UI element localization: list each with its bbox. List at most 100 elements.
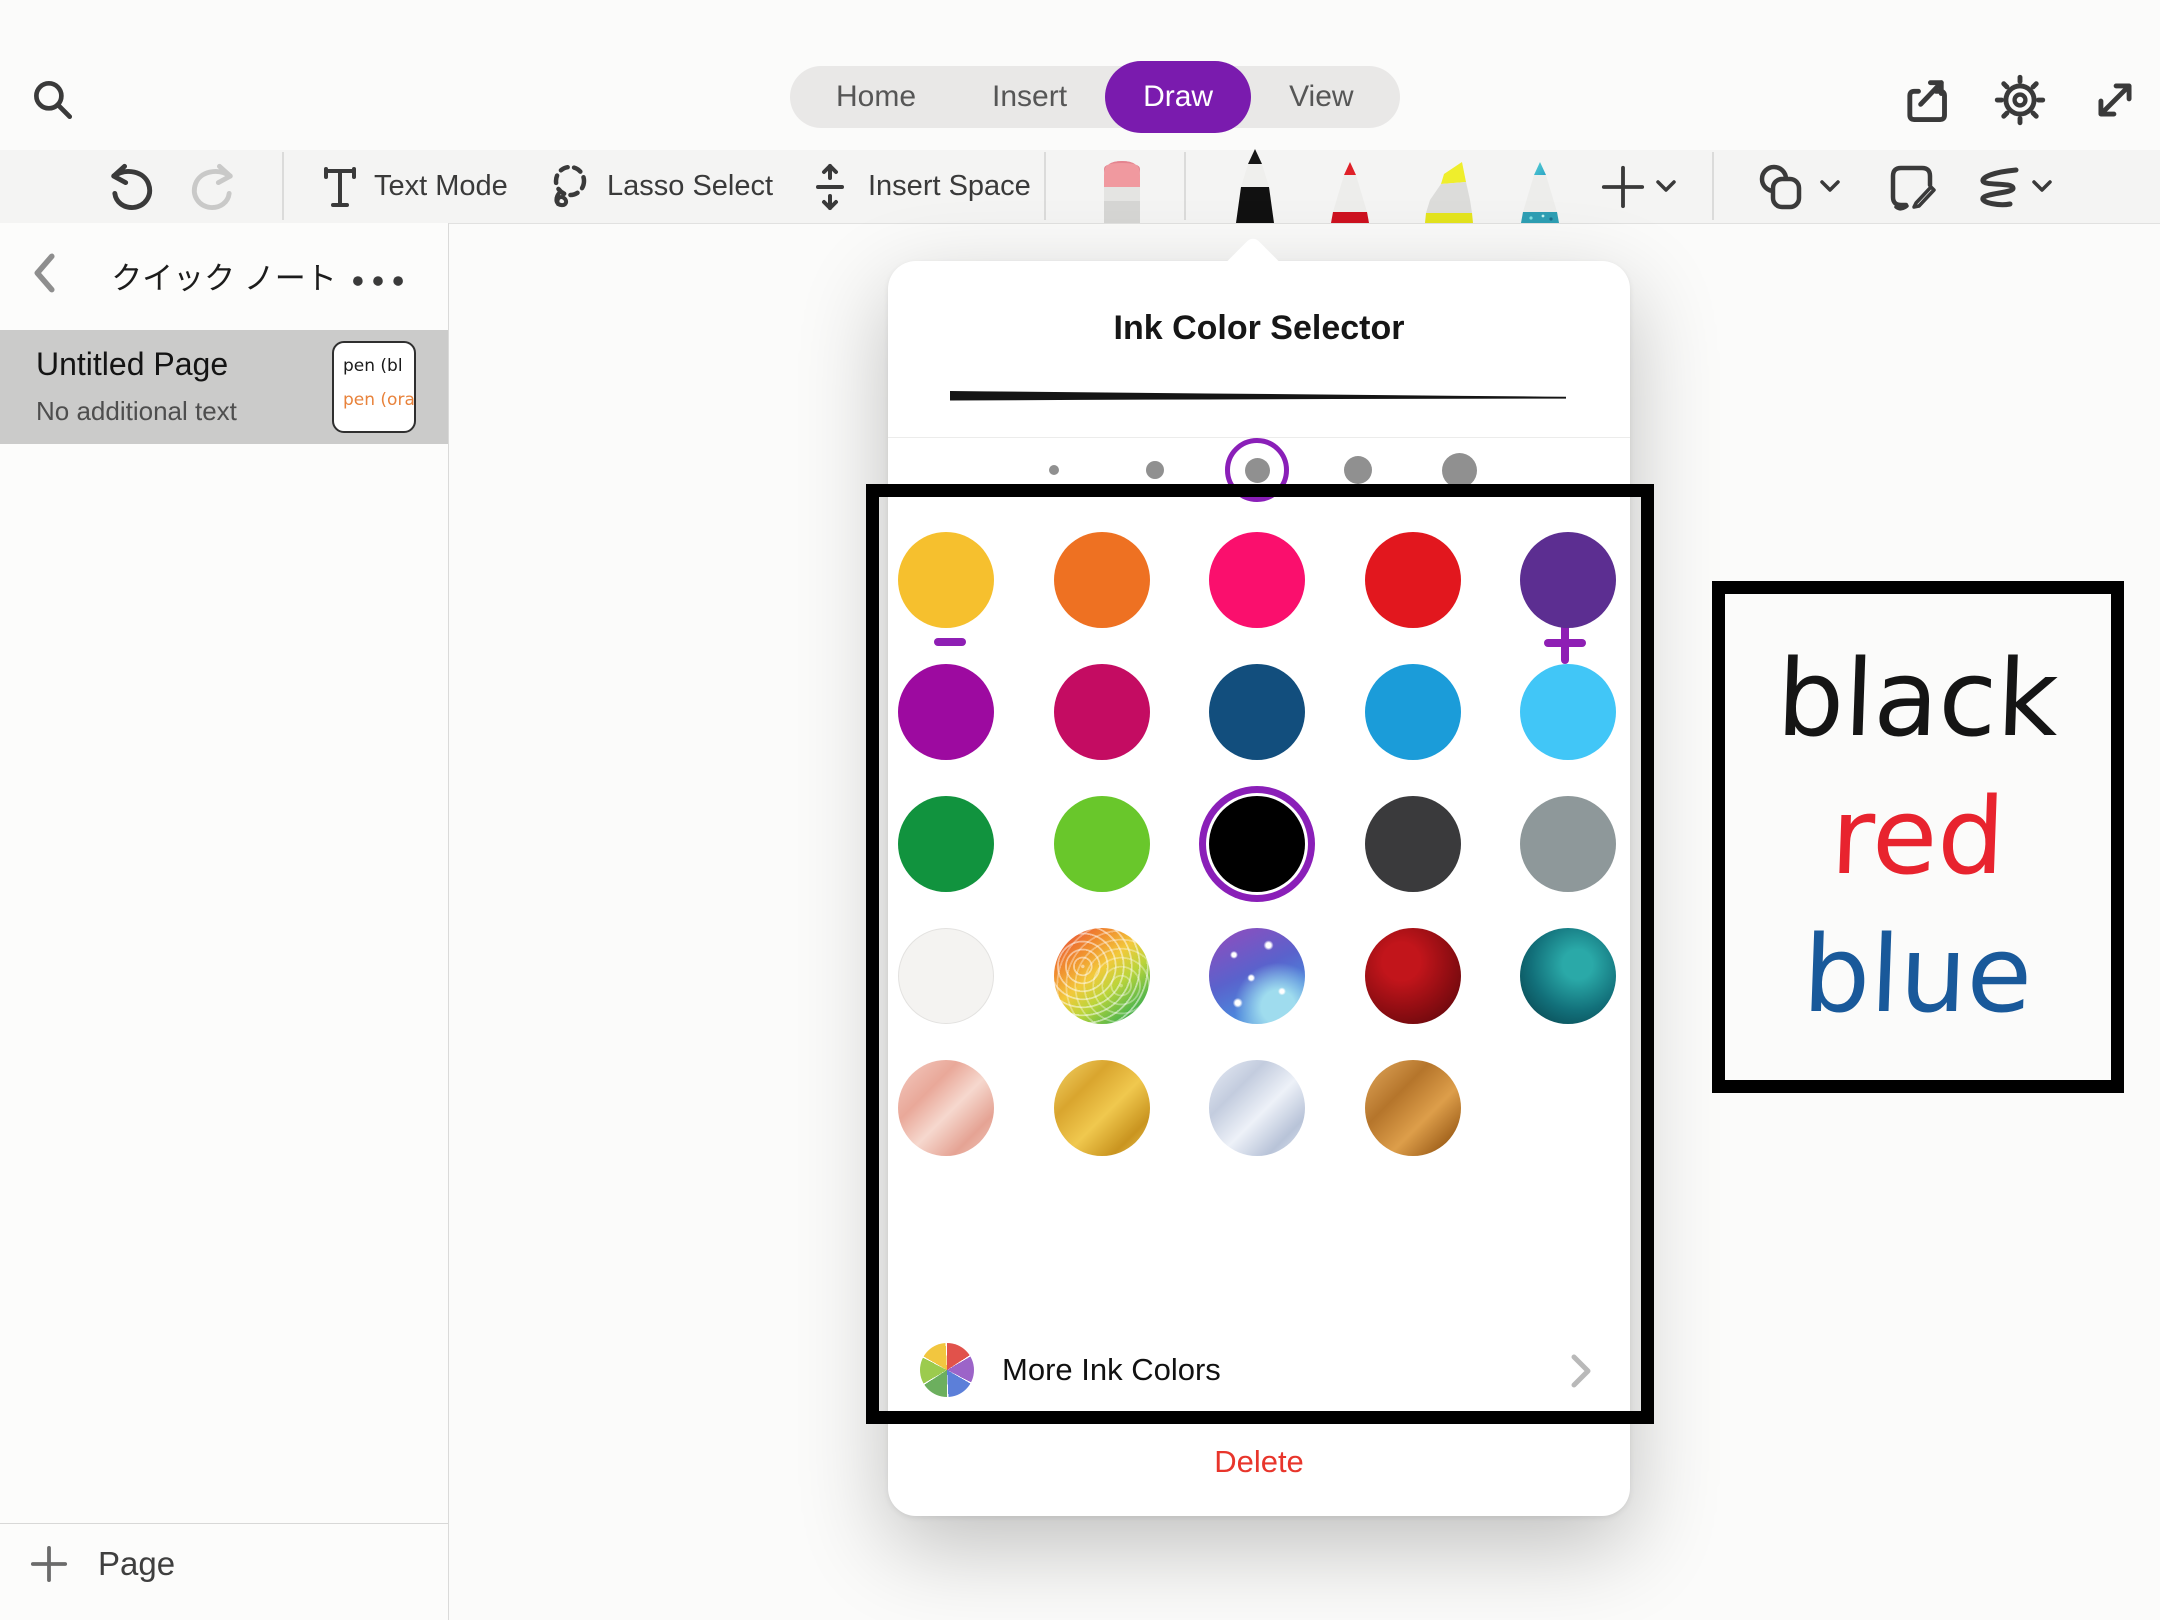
ink-color-selector-popup: Ink Color Selector More Ink Colors Delet…: [888, 261, 1630, 1516]
swatch-bronze[interactable]: [1365, 1060, 1461, 1156]
stroke-size-1[interactable]: [1049, 465, 1059, 475]
tab-view[interactable]: View: [1251, 66, 1391, 128]
chevron-down-icon: [2032, 180, 2052, 193]
toolbar-divider: [282, 152, 284, 220]
ink-word-red: red: [1829, 776, 2007, 898]
swatch-gray[interactable]: [1520, 796, 1616, 892]
thumbnail-ink-line: pen (bl: [343, 349, 414, 383]
stroke-size-4[interactable]: [1344, 456, 1372, 484]
expand-icon: [2089, 74, 2141, 126]
swatch-red[interactable]: [1365, 532, 1461, 628]
swatch-light-blue[interactable]: [1520, 664, 1616, 760]
stroke-size-5[interactable]: [1442, 453, 1477, 488]
increase-size-button[interactable]: [1544, 622, 1586, 664]
toolbar-divider: [1712, 152, 1714, 220]
insert-space-icon: [806, 162, 854, 212]
redo-icon: [188, 162, 240, 214]
ink-to-text-button[interactable]: [1886, 150, 1938, 223]
swatch-raspberry[interactable]: [1054, 664, 1150, 760]
stroke-size-row: [888, 437, 1630, 523]
swatch-gold[interactable]: [898, 532, 994, 628]
shapes-button[interactable]: [1756, 150, 1840, 223]
swatch-silver[interactable]: [1209, 1060, 1305, 1156]
insert-space-button[interactable]: Insert Space: [806, 150, 1031, 223]
share-button[interactable]: [1897, 72, 1953, 128]
swatch-galaxy[interactable]: [1209, 928, 1305, 1024]
section-menu-button[interactable]: [350, 253, 406, 309]
swatch-light-green[interactable]: [1054, 796, 1150, 892]
search-button[interactable]: [24, 72, 80, 128]
add-pen-button[interactable]: [1600, 150, 1676, 223]
tab-home[interactable]: Home: [798, 66, 954, 128]
swatch-pink[interactable]: [1209, 532, 1305, 628]
scribble-icon: [1968, 162, 2022, 212]
swatch-gold-metallic[interactable]: [1054, 1060, 1150, 1156]
lasso-select-icon: [545, 162, 593, 212]
swatch-dark-blue[interactable]: [1209, 664, 1305, 760]
tab-bar: HomeInsertDrawView: [790, 66, 1400, 128]
popup-divider: [888, 1411, 1630, 1412]
ink-words: black red blue: [1712, 581, 2124, 1093]
chevron-down-icon: [1656, 180, 1676, 193]
delete-pen-button[interactable]: Delete: [888, 1427, 1630, 1497]
add-page-label: Page: [98, 1545, 175, 1583]
swatch-magenta[interactable]: [898, 664, 994, 760]
expand-button[interactable]: [2087, 72, 2143, 128]
search-icon: [27, 75, 77, 125]
popup-title: Ink Color Selector: [888, 309, 1630, 348]
swatch-black[interactable]: [1209, 796, 1305, 892]
page-list-item-selected[interactable]: Untitled Page No additional text pen (bl…: [0, 330, 448, 444]
tab-insert[interactable]: Insert: [954, 66, 1105, 128]
sidebar-divider: [0, 1523, 448, 1524]
settings-gear-icon: [1994, 74, 2046, 126]
sidebar: クイック ノート Untitled Page No additional tex…: [0, 223, 449, 1620]
stroke-size-3[interactable]: [1245, 458, 1270, 483]
page-subtitle: No additional text: [36, 396, 237, 427]
color-wheel-icon: [920, 1343, 974, 1397]
stroke-size-2[interactable]: [1146, 461, 1164, 479]
swatch-rainbow-glitter[interactable]: [1054, 928, 1150, 1024]
chevron-down-icon: [1820, 180, 1840, 193]
swatch-white[interactable]: [898, 928, 994, 1024]
swatch-rose-gold[interactable]: [898, 1060, 994, 1156]
swatch-dark-gray[interactable]: [1365, 796, 1461, 892]
toolbar-divider: [1184, 152, 1186, 220]
teal-pen-icon: [1515, 160, 1565, 223]
ink-word-blue: blue: [1801, 914, 2034, 1036]
tab-draw[interactable]: Draw: [1105, 61, 1251, 133]
undo-button[interactable]: [102, 160, 158, 216]
add-page-button[interactable]: Page: [30, 1545, 175, 1583]
scribble-button[interactable]: [1968, 150, 2052, 223]
red-pen-icon: [1325, 160, 1375, 223]
swatch-garnet[interactable]: [1365, 928, 1461, 1024]
text-mode-icon: [320, 165, 360, 209]
pen-black-selected[interactable]: [1228, 147, 1282, 223]
ink-word-black: black: [1775, 638, 2061, 760]
black-pen-icon: [1228, 147, 1282, 223]
swatch-purple[interactable]: [1520, 532, 1616, 628]
lasso-select-button[interactable]: Lasso Select: [545, 150, 773, 223]
share-icon: [1899, 74, 1951, 126]
more-ink-colors-button[interactable]: More Ink Colors: [888, 1339, 1630, 1403]
text-mode-label: Text Mode: [374, 170, 508, 203]
redo-button[interactable]: [186, 160, 242, 216]
decrease-size-button[interactable]: [934, 638, 966, 646]
shapes-icon: [1756, 162, 1808, 212]
eraser-tool[interactable]: [1096, 155, 1148, 223]
swatch-teal-stone[interactable]: [1520, 928, 1616, 1024]
stroke-preview: [928, 379, 1588, 411]
pen-red[interactable]: [1325, 160, 1375, 223]
settings-button[interactable]: [1992, 72, 2048, 128]
more-ink-colors-label: More Ink Colors: [1002, 1339, 1221, 1401]
undo-icon: [104, 162, 156, 214]
ellipsis-icon: [350, 274, 406, 288]
yellow-highlighter-icon: [1420, 158, 1478, 223]
text-mode-button[interactable]: Text Mode: [320, 150, 508, 223]
swatch-green[interactable]: [898, 796, 994, 892]
swatch-blue[interactable]: [1365, 664, 1461, 760]
highlighter-yellow[interactable]: [1420, 158, 1478, 223]
pen-teal[interactable]: [1515, 160, 1565, 223]
swatch-orange[interactable]: [1054, 532, 1150, 628]
page-title: Untitled Page: [36, 346, 228, 383]
eraser-icon: [1096, 155, 1148, 223]
